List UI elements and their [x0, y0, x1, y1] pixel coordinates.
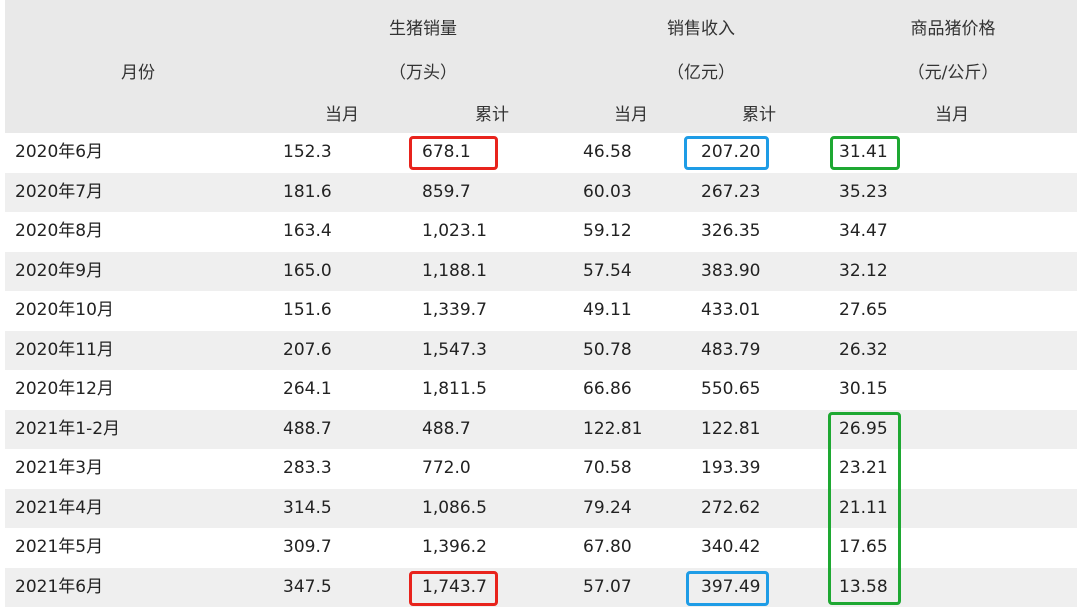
cell-revenue: 60.03: [583, 181, 632, 202]
cell-price: 30.15: [839, 379, 888, 399]
cell-revenue-cumulative: 483.79: [701, 339, 761, 360]
cell-revenue: 57.07: [583, 576, 632, 597]
cell-revenue: 70.58: [583, 458, 632, 478]
subheader-price-current: 当月: [935, 105, 969, 125]
table-row: 2021年1-2月 488.7 488.7 122.81 122.81 26.9…: [5, 409, 1077, 449]
header-sales-volume: 生猪销量: [389, 19, 457, 39]
cell-price: 34.47: [839, 221, 888, 241]
cell-volume-cumulative: 1,086.5: [422, 497, 487, 518]
header-price-unit: （元/公斤）: [907, 63, 999, 83]
cell-volume-cumulative: 1,811.5: [422, 379, 487, 399]
cell-revenue: 46.58: [583, 142, 632, 162]
cell-volume-cumulative: 859.7: [422, 181, 471, 202]
cell-volume: 283.3: [283, 458, 332, 478]
cell-revenue-cumulative: 550.65: [701, 379, 761, 399]
cell-volume-cumulative: 1,547.3: [422, 339, 487, 360]
cell-volume: 181.6: [283, 181, 332, 202]
cell-volume: 264.1: [283, 379, 332, 399]
cell-volume-cumulative: 772.0: [422, 458, 471, 478]
subheader-vol-current: 当月: [325, 105, 359, 125]
cell-revenue-cumulative: 340.42: [701, 537, 761, 557]
header-price: 商品猪价格: [910, 19, 996, 39]
cell-volume: 151.6: [283, 300, 332, 320]
cell-revenue-cumulative: 383.90: [701, 260, 761, 281]
highlight-box-red: [409, 136, 498, 170]
highlight-box-blue: [686, 571, 769, 606]
highlight-box-blue: [684, 136, 769, 170]
cell-month: 2020年9月: [15, 260, 104, 281]
highlight-box-green: [828, 412, 901, 605]
cell-revenue-cumulative: 193.39: [701, 458, 761, 478]
cell-volume: 163.4: [283, 221, 332, 241]
data-table: 2020年6月 152.3 678.1 46.58 207.20 31.41 2…: [5, 133, 1077, 607]
cell-price: 26.32: [839, 339, 888, 360]
cell-revenue: 49.11: [583, 300, 632, 320]
table-row: 2020年8月 163.4 1,023.1 59.12 326.35 34.47: [5, 212, 1077, 252]
cell-volume-cumulative: 1,396.2: [422, 537, 487, 557]
cell-month: 2021年3月: [15, 458, 104, 478]
cell-month: 2021年4月: [15, 497, 104, 518]
header-month: 月份: [121, 63, 155, 83]
cell-volume-cumulative: 1,023.1: [422, 221, 487, 241]
cell-price: 35.23: [839, 181, 888, 202]
cell-month: 2020年11月: [15, 339, 114, 360]
cell-revenue: 79.24: [583, 497, 632, 518]
cell-revenue: 59.12: [583, 221, 632, 241]
table-row: 2020年9月 165.0 1,188.1 57.54 383.90 32.12: [5, 251, 1077, 291]
table-row: 2020年6月 152.3 678.1 46.58 207.20 31.41: [5, 133, 1077, 173]
cell-revenue-cumulative: 267.23: [701, 181, 761, 202]
table-row: 2021年5月 309.7 1,396.2 67.80 340.42 17.65: [5, 528, 1077, 568]
subheader-vol-cumulative: 累计: [475, 105, 509, 125]
cell-volume: 207.6: [283, 339, 332, 360]
subheader-rev-current: 当月: [614, 105, 648, 125]
highlight-box-green: [830, 136, 900, 170]
table-header: 月份 生猪销量 （万头） 销售收入 （亿元） 商品猪价格 （元/公斤） 当月 累…: [5, 0, 1077, 133]
cell-month: 2021年1-2月: [15, 418, 121, 439]
table-row: 2020年10月 151.6 1,339.7 49.11 433.01 27.6…: [5, 291, 1077, 331]
cell-month: 2020年6月: [15, 142, 104, 162]
subheader-rev-cumulative: 累计: [742, 105, 776, 125]
cell-volume-cumulative: 488.7: [422, 418, 471, 439]
table-row: 2021年3月 283.3 772.0 70.58 193.39 23.21: [5, 449, 1077, 489]
cell-volume-cumulative: 1,188.1: [422, 260, 487, 281]
cell-month: 2021年6月: [15, 576, 104, 597]
table-row: 2021年6月 347.5 1,743.7 57.07 397.49 13.58: [5, 567, 1077, 607]
cell-revenue: 57.54: [583, 260, 632, 281]
cell-volume-cumulative: 1,339.7: [422, 300, 487, 320]
cell-volume: 488.7: [283, 418, 332, 439]
cell-month: 2020年7月: [15, 181, 104, 202]
table-row: 2020年7月 181.6 859.7 60.03 267.23 35.23: [5, 172, 1077, 212]
cell-revenue: 66.86: [583, 379, 632, 399]
table-row: 2020年12月 264.1 1,811.5 66.86 550.65 30.1…: [5, 370, 1077, 410]
header-sales-volume-unit: （万头）: [389, 63, 457, 83]
table-row: 2020年11月 207.6 1,547.3 50.78 483.79 26.3…: [5, 330, 1077, 370]
cell-revenue: 50.78: [583, 339, 632, 360]
cell-month: 2021年5月: [15, 537, 104, 557]
cell-revenue-cumulative: 122.81: [701, 418, 761, 439]
header-revenue: 销售收入: [667, 19, 735, 39]
cell-volume: 314.5: [283, 497, 332, 518]
highlight-box-red: [409, 571, 498, 606]
cell-volume: 152.3: [283, 142, 332, 162]
cell-revenue-cumulative: 272.62: [701, 497, 761, 518]
cell-revenue: 67.80: [583, 537, 632, 557]
cell-volume: 165.0: [283, 260, 332, 281]
cell-volume: 309.7: [283, 537, 332, 557]
cell-price: 27.65: [839, 300, 888, 320]
cell-revenue-cumulative: 326.35: [701, 221, 761, 241]
cell-revenue-cumulative: 433.01: [701, 300, 761, 320]
cell-volume: 347.5: [283, 576, 332, 597]
table-row: 2021年4月 314.5 1,086.5 79.24 272.62 21.11: [5, 488, 1077, 528]
cell-month: 2020年10月: [15, 300, 114, 320]
cell-month: 2020年12月: [15, 379, 114, 399]
cell-revenue: 122.81: [583, 418, 643, 439]
header-revenue-unit: （亿元）: [667, 63, 735, 83]
cell-price: 32.12: [839, 260, 888, 281]
cell-month: 2020年8月: [15, 221, 104, 241]
